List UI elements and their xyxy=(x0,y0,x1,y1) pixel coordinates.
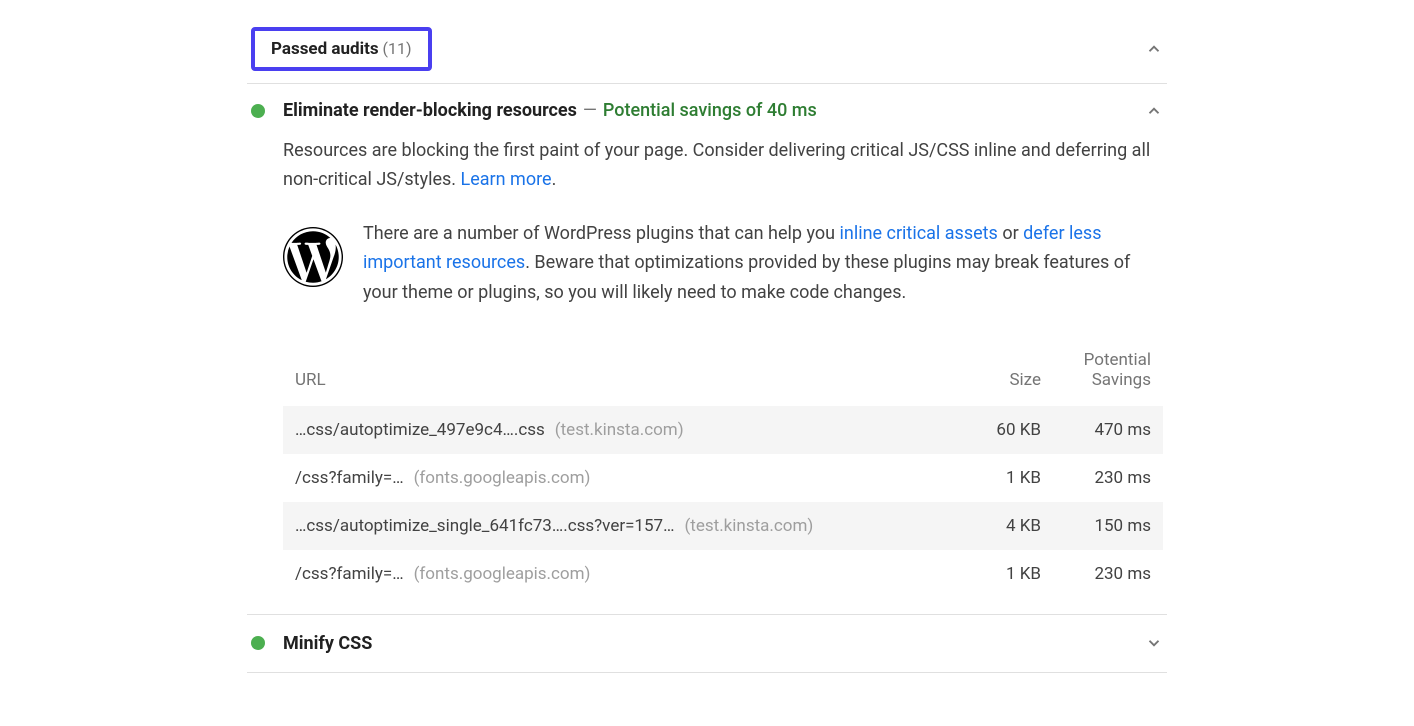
inline-assets-link[interactable]: inline critical assets xyxy=(840,223,998,244)
table-row: /css?family=… (fonts.googleapis.com) 1 KB… xyxy=(283,550,1163,598)
row-savings: 230 ms xyxy=(1041,564,1151,584)
audit-title: Eliminate render-blocking resources xyxy=(283,100,577,121)
passed-audits-header[interactable]: Passed audits (11) xyxy=(247,15,1167,84)
url-path: …css/autoptimize_single_641fc73….css?ver… xyxy=(295,516,674,536)
audit-title: Minify CSS xyxy=(283,633,372,654)
row-url: …css/autoptimize_single_641fc73….css?ver… xyxy=(295,516,941,536)
row-savings: 470 ms xyxy=(1041,420,1151,440)
savings-text: Potential savings of 40 ms xyxy=(603,100,817,121)
wordpress-tip: There are a number of WordPress plugins … xyxy=(283,219,1163,308)
url-host: (test.kinsta.com) xyxy=(555,420,684,440)
resources-table: URL Size Potential Savings …css/autoptim… xyxy=(283,340,1163,598)
url-path: /css?family=… xyxy=(295,468,404,488)
chevron-up-icon xyxy=(1145,102,1163,120)
chevron-down-icon xyxy=(1145,634,1163,652)
url-host: (fonts.googleapis.com) xyxy=(414,468,591,488)
audit-item-render-blocking: Eliminate render-blocking resources — Po… xyxy=(247,84,1167,615)
row-size: 60 KB xyxy=(941,420,1041,440)
table-row: …css/autoptimize_single_641fc73….css?ver… xyxy=(283,502,1163,550)
passed-audits-badge: Passed audits (11) xyxy=(251,27,432,71)
row-url: …css/autoptimize_497e9c4….css (test.kinst… xyxy=(295,420,941,440)
row-url: /css?family=… (fonts.googleapis.com) xyxy=(295,468,941,488)
url-host: (fonts.googleapis.com) xyxy=(414,564,591,584)
passed-audits-title: Passed audits xyxy=(271,39,379,59)
col-header-size: Size xyxy=(941,370,1041,390)
url-path: /css?family=… xyxy=(295,564,404,584)
wp-pre: There are a number of WordPress plugins … xyxy=(363,223,840,244)
col-header-url: URL xyxy=(295,370,941,390)
desc-text: Resources are blocking the first paint o… xyxy=(283,140,1150,190)
row-size: 1 KB xyxy=(941,468,1041,488)
table-row: /css?family=… (fonts.googleapis.com) 1 KB… xyxy=(283,454,1163,502)
row-url: /css?family=… (fonts.googleapis.com) xyxy=(295,564,941,584)
desc-period: . xyxy=(552,169,557,190)
wordpress-tip-text: There are a number of WordPress plugins … xyxy=(363,219,1163,308)
audit-item-minify-css[interactable]: Minify CSS xyxy=(247,615,1167,673)
row-size: 1 KB xyxy=(941,564,1041,584)
learn-more-link[interactable]: Learn more xyxy=(461,169,552,190)
passed-audits-count: (11) xyxy=(383,39,412,58)
status-pass-icon xyxy=(251,104,265,118)
row-savings: 150 ms xyxy=(1041,516,1151,536)
wp-mid: or xyxy=(998,223,1023,244)
audit-body: Resources are blocking the first paint o… xyxy=(247,137,1167,614)
status-pass-icon xyxy=(251,636,265,650)
row-size: 4 KB xyxy=(941,516,1041,536)
chevron-up-icon xyxy=(1145,40,1163,58)
table-header: URL Size Potential Savings xyxy=(283,340,1163,406)
url-host: (test.kinsta.com) xyxy=(684,516,813,536)
row-savings: 230 ms xyxy=(1041,468,1151,488)
table-row: …css/autoptimize_497e9c4….css (test.kinst… xyxy=(283,406,1163,454)
url-path: …css/autoptimize_497e9c4….css xyxy=(295,420,545,440)
audit-description: Resources are blocking the first paint o… xyxy=(283,137,1163,195)
savings-dash: — xyxy=(583,100,597,121)
wordpress-icon xyxy=(283,227,343,287)
audit-header-render-blocking[interactable]: Eliminate render-blocking resources — Po… xyxy=(247,84,1167,137)
col-header-savings: Potential Savings xyxy=(1041,350,1151,390)
